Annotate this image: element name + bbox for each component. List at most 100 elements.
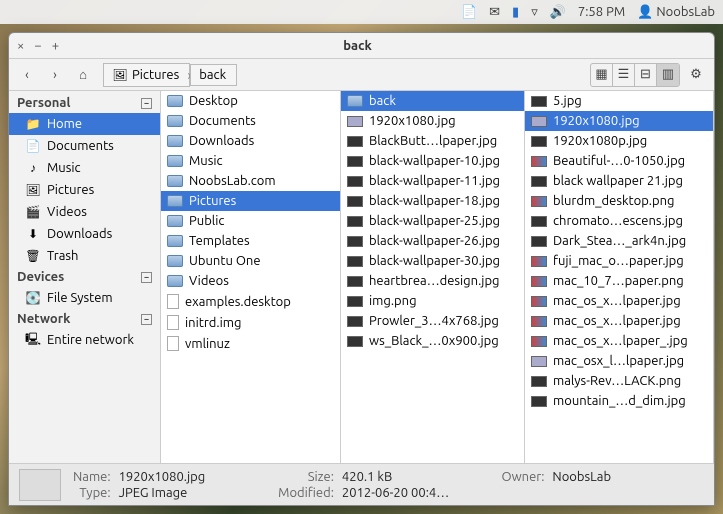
list-item[interactable]: black-wallpaper-11.jpg: [341, 171, 524, 191]
list-item[interactable]: img.png: [341, 291, 524, 311]
window-title: back: [59, 39, 656, 53]
list-item[interactable]: Dark_Stea…_ark4n.jpg: [525, 231, 713, 251]
list-item[interactable]: heartbrea…design.jpg: [341, 271, 524, 291]
list-item[interactable]: mac_os_x…lpaper.jpg: [525, 311, 713, 331]
list-item[interactable]: BlackButt…lpaper.jpg: [341, 131, 524, 151]
column-1: back1920x1080.jpgBlackButt…lpaper.jpgbla…: [341, 91, 525, 463]
column-0: Desktop Documents DownloadsMusicNoobsLab.c…: [161, 91, 341, 463]
list-item[interactable]: Documents: [161, 111, 340, 131]
list-item[interactable]: malys-Rev…LACK.png: [525, 371, 713, 391]
collapse-icon[interactable]: −: [141, 98, 152, 109]
net-icon: 🖳: [25, 332, 41, 348]
image-icon: [347, 216, 363, 227]
list-item[interactable]: NoobsLab.com: [161, 171, 340, 191]
tray-mail-icon[interactable]: ✉: [489, 5, 500, 20]
list-item[interactable]: 1920x1080.jpg: [525, 111, 713, 131]
list-item[interactable]: 1920x1080p.jpg: [525, 131, 713, 151]
music-icon: ♪: [25, 160, 41, 176]
sidebar-item-file-system[interactable]: 💽File System: [9, 287, 160, 309]
status-name-value: 1920x1080.jpg: [119, 470, 271, 484]
list-item[interactable]: Downloads: [161, 131, 340, 151]
list-item[interactable]: black wallpaper 21.jpg: [525, 171, 713, 191]
list-item[interactable]: Pictures: [161, 191, 340, 211]
item-label: Documents: [189, 114, 256, 128]
item-label: black-wallpaper-30.jpg: [369, 254, 500, 268]
item-label: initrd.img: [185, 316, 241, 330]
list-item[interactable]: black-wallpaper-25.jpg: [341, 211, 524, 231]
sidebar-item-downloads[interactable]: ⬇Downloads: [9, 223, 160, 245]
list-item[interactable]: Music: [161, 151, 340, 171]
list-item[interactable]: 5.jpg: [525, 91, 713, 111]
settings-button[interactable]: ⚙: [684, 63, 708, 87]
image-icon: [347, 276, 363, 287]
list-item[interactable]: mac_os_x…lpaper.jpg: [525, 291, 713, 311]
view-list-button[interactable]: ☰: [613, 64, 635, 86]
list-item[interactable]: black-wallpaper-26.jpg: [341, 231, 524, 251]
nav-home-button[interactable]: ⌂: [71, 63, 95, 87]
tray-battery-icon[interactable]: ▮: [512, 5, 519, 20]
breadcrumb-pictures[interactable]: 🖼Pictures: [103, 63, 190, 87]
image-icon: [347, 296, 363, 307]
item-label: mac_10_7…paper.png: [553, 274, 684, 288]
nav-back-button[interactable]: ‹: [15, 63, 39, 87]
nav-forward-button[interactable]: ›: [43, 63, 67, 87]
list-item[interactable]: Videos: [161, 271, 340, 291]
list-item[interactable]: Ubuntu One: [161, 251, 340, 271]
sidebar-item-videos[interactable]: 🎬Videos: [9, 201, 160, 223]
list-item[interactable]: vmlinuz: [161, 333, 340, 354]
view-icons-button[interactable]: ▦: [591, 64, 613, 86]
list-item[interactable]: ws_Black_…0x900.jpg: [341, 331, 524, 351]
list-item[interactable]: Public: [161, 211, 340, 231]
collapse-icon[interactable]: −: [141, 314, 152, 325]
list-item[interactable]: back: [341, 91, 524, 111]
breadcrumb-back[interactable]: back: [190, 64, 237, 86]
list-item[interactable]: 1920x1080.jpg: [341, 111, 524, 131]
collapse-icon[interactable]: −: [141, 272, 152, 283]
tray-user[interactable]: 👤 NoobsLab: [637, 5, 715, 20]
list-item[interactable]: black-wallpaper-10.jpg: [341, 151, 524, 171]
list-item[interactable]: Desktop: [161, 91, 340, 111]
item-label: ws_Black_…0x900.jpg: [369, 334, 499, 348]
minimize-button[interactable]: −: [34, 39, 41, 53]
sidebar-item-trash[interactable]: 🗑Trash: [9, 245, 160, 267]
view-columns-button[interactable]: ▥: [657, 64, 679, 86]
list-item[interactable]: mountain_…d_dim.jpg: [525, 391, 713, 411]
view-tree-button[interactable]: ⊟: [635, 64, 657, 86]
list-item[interactable]: chromato…escens.jpg: [525, 211, 713, 231]
tray-volume-icon[interactable]: 🔊: [550, 5, 566, 20]
sidebar-item-documents[interactable]: 📄Documents: [9, 135, 160, 157]
tray-wifi-icon[interactable]: ▿: [531, 5, 538, 20]
list-item[interactable]: mac_osx_l…lpaper.jpg: [525, 351, 713, 371]
sidebar-item-music[interactable]: ♪Music: [9, 157, 160, 179]
maximize-button[interactable]: +: [52, 39, 59, 53]
image-icon: [531, 336, 547, 347]
list-item[interactable]: mac_os_x…lpaper_.jpg: [525, 331, 713, 351]
item-label: black-wallpaper-25.jpg: [369, 214, 500, 228]
status-owner-label: Owner:: [501, 470, 544, 484]
sidebar-item-entire-network[interactable]: 🖳Entire network: [9, 329, 160, 351]
list-item[interactable]: Prowler_3…4x768.jpg: [341, 311, 524, 331]
list-item[interactable]: mac_10_7…paper.png: [525, 271, 713, 291]
list-item[interactable]: black-wallpaper-30.jpg: [341, 251, 524, 271]
item-label: Templates: [189, 234, 250, 248]
folder-icon: [347, 95, 363, 107]
tray-clock[interactable]: 7:58 PM: [578, 5, 625, 19]
list-item[interactable]: blurdm_desktop.png: [525, 191, 713, 211]
list-item[interactable]: initrd.img: [161, 312, 340, 333]
list-item[interactable]: Beautiful-…0-1050.jpg: [525, 151, 713, 171]
list-item[interactable]: examples.desktop: [161, 291, 340, 312]
list-item[interactable]: fuji_mac_o…paper.jpg: [525, 251, 713, 271]
item-label: Videos: [189, 274, 229, 288]
sidebar-item-pictures[interactable]: 🖼Pictures: [9, 179, 160, 201]
close-button[interactable]: ×: [17, 39, 24, 53]
sidebar-item-home[interactable]: 📁Home: [9, 113, 160, 135]
list-item[interactable]: black-wallpaper-18.jpg: [341, 191, 524, 211]
item-label: black-wallpaper-26.jpg: [369, 234, 500, 248]
preview-thumbnail: [19, 469, 61, 501]
image-icon: [347, 136, 363, 147]
folder-icon: [167, 135, 183, 147]
list-item[interactable]: Templates: [161, 231, 340, 251]
tray-files-icon[interactable]: 📄: [461, 5, 477, 20]
status-size-label: Size:: [278, 470, 334, 484]
sidebar-section-header: Network−: [9, 309, 160, 329]
